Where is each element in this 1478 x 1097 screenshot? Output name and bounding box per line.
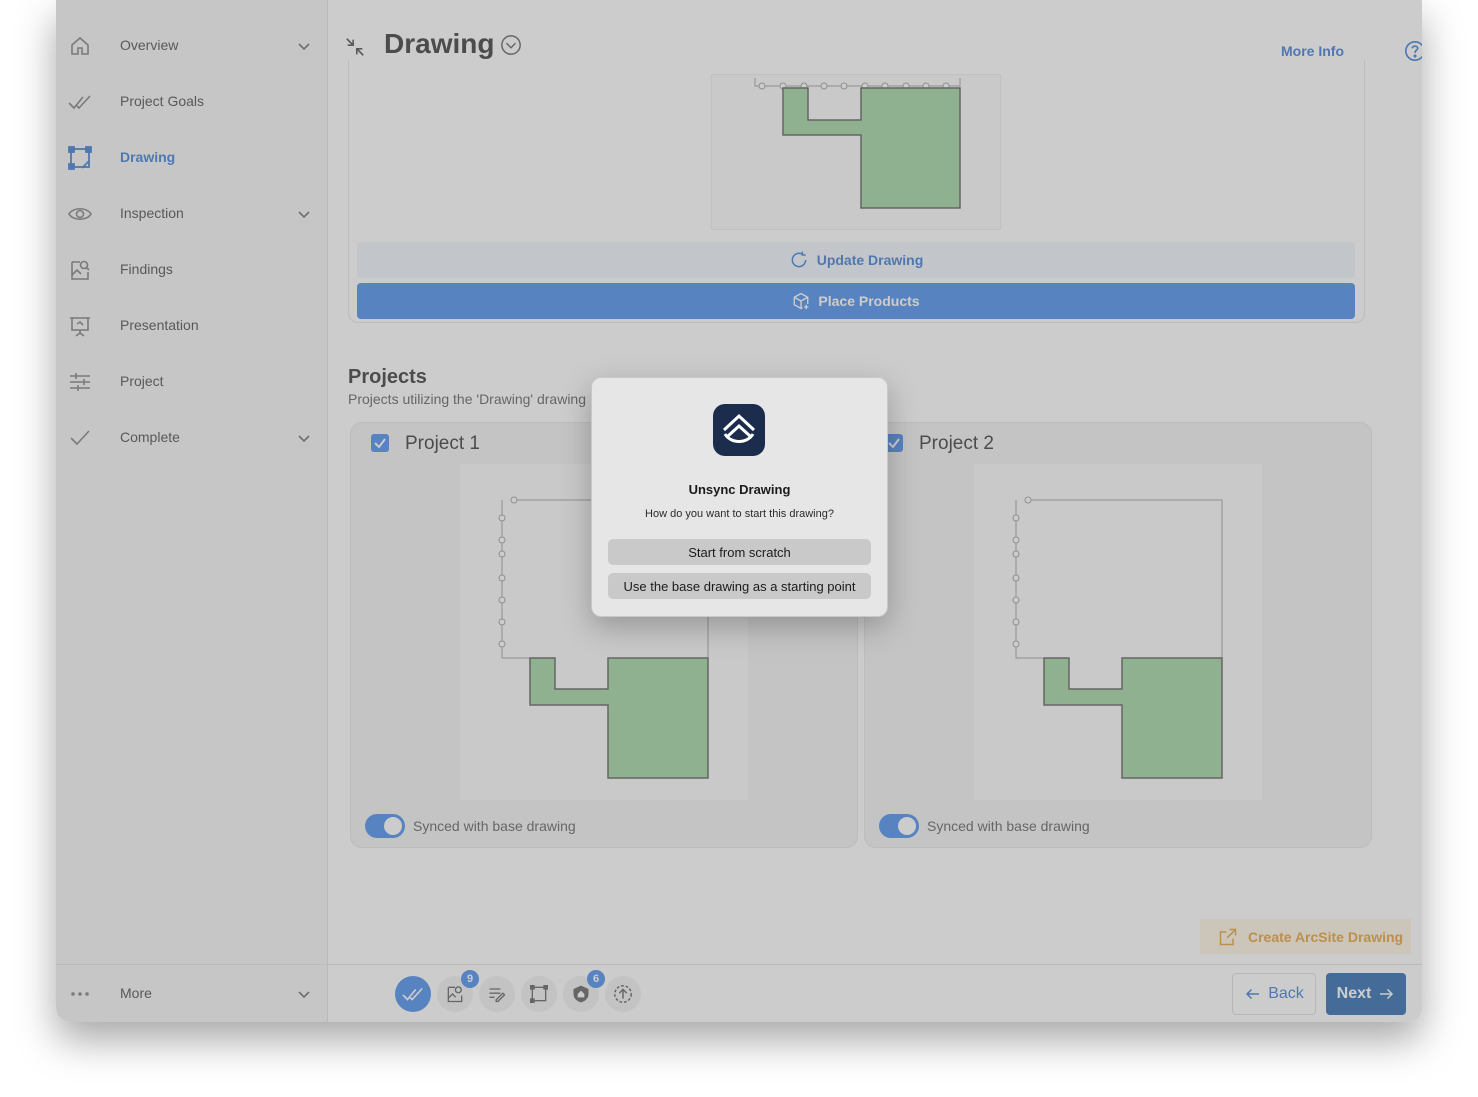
dialog-title: Unsync Drawing (688, 482, 791, 497)
app-logo-icon (713, 404, 765, 456)
dialog-message: How do you want to start this drawing? (645, 508, 834, 520)
start-from-scratch-button[interactable]: Start from scratch (608, 539, 871, 565)
unsync-dialog: Unsync Drawing How do you want to start … (591, 377, 888, 617)
use-base-drawing-button[interactable]: Use the base drawing as a starting point (608, 573, 871, 599)
